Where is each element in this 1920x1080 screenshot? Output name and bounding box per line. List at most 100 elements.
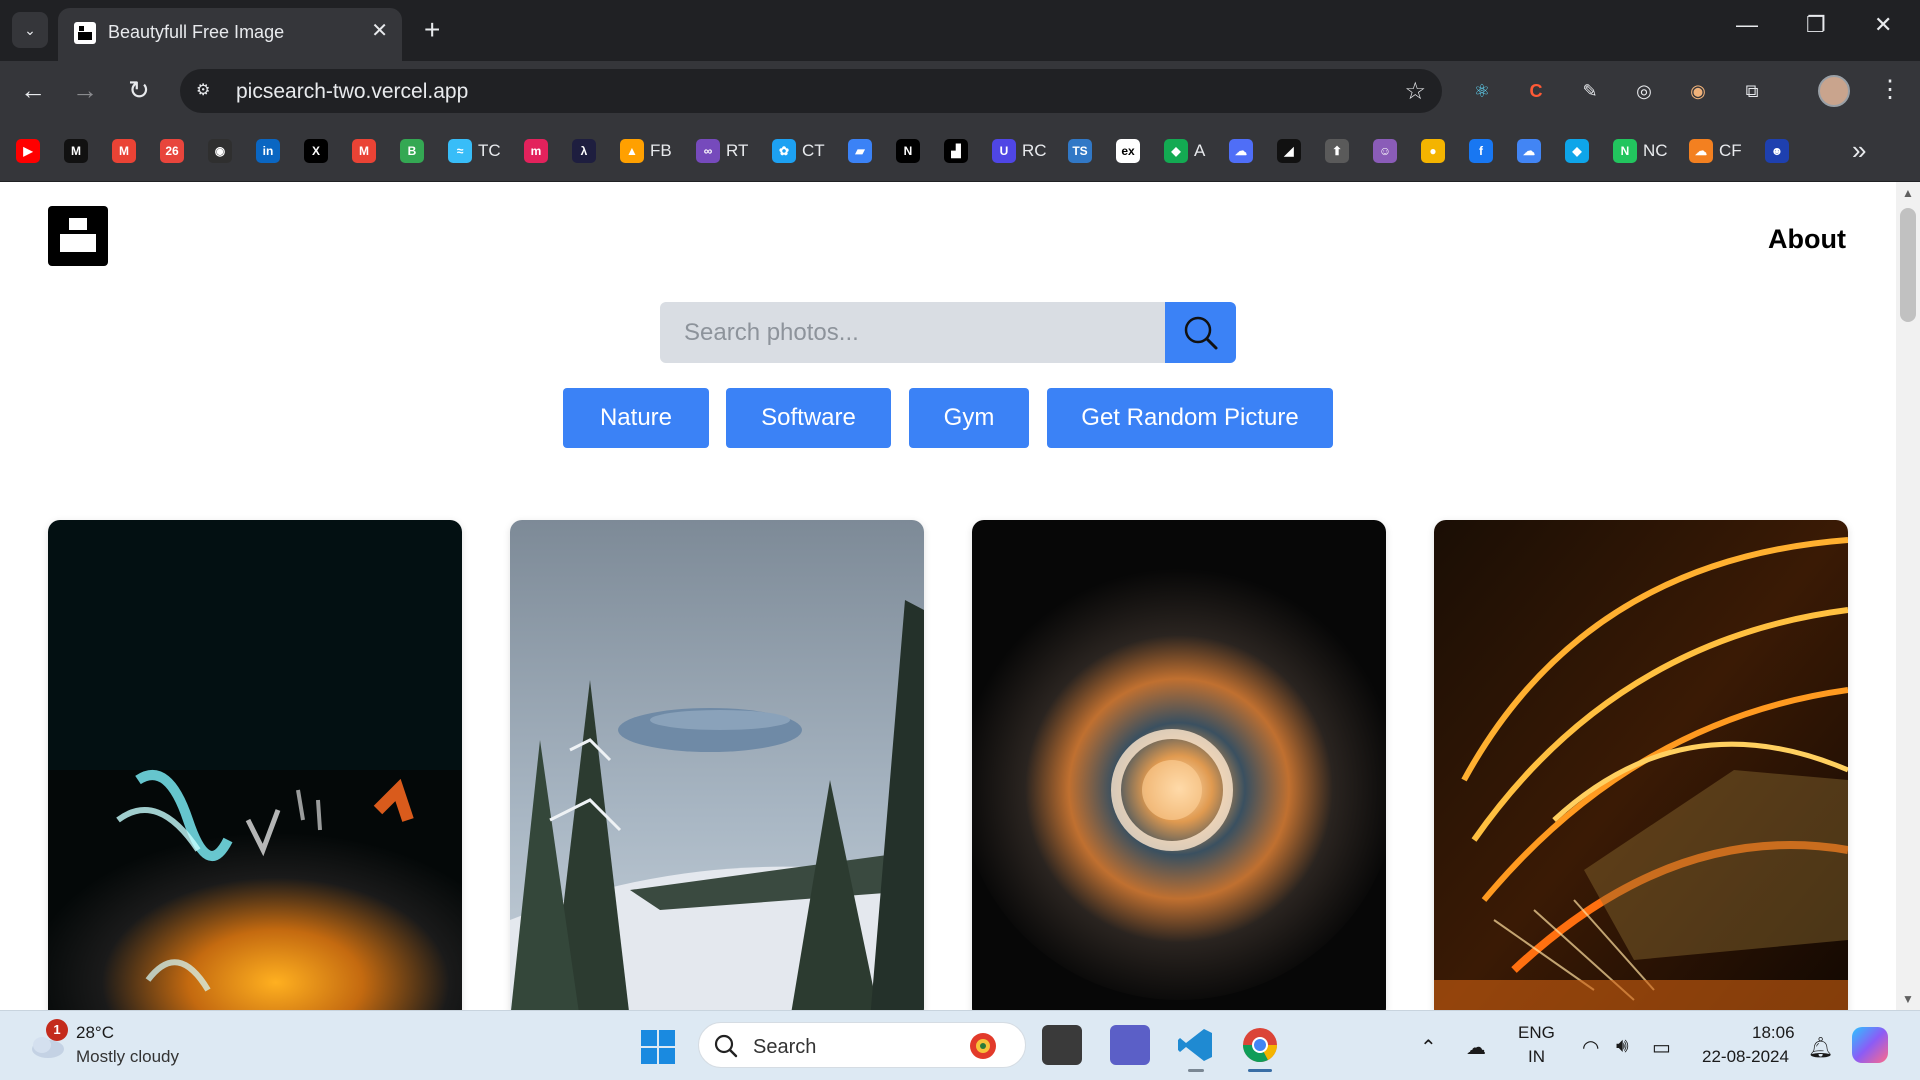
photo-light-trails[interactable] [48,520,462,1010]
photo-illuminated-structure[interactable] [1434,520,1848,1010]
bookmark-label: CT [802,141,825,160]
tab-close-icon[interactable]: ✕ [371,18,388,43]
bookmark-item[interactable]: 26 [160,138,184,164]
chrome-icon[interactable] [1240,1025,1280,1072]
u-icon: U [992,139,1016,163]
address-bar[interactable]: ⚙ picsearch-two.vercel.app ☆ [180,69,1442,113]
bookmark-item[interactable]: ◢ [1277,138,1301,164]
notification-bell-icon[interactable]: 🔔︎ [1808,1035,1833,1060]
bookmark-label: RC [1022,141,1047,160]
site-logo[interactable] [48,206,108,266]
bookmark-item[interactable]: TS [1068,138,1092,164]
bookmark-item[interactable]: ▶ [16,138,40,164]
bookmark-item[interactable]: N [896,138,920,164]
bookmark-label: RT [726,141,749,160]
bookmark-item[interactable]: ⬆ [1325,138,1349,164]
back-arrow-icon[interactable]: ← [20,75,46,105]
bookmark-item[interactable]: λ [572,138,596,164]
tab-search-button[interactable]: ⌄ [12,12,48,48]
scroll-up-icon[interactable]: ▲ [1902,186,1914,200]
restore-button[interactable]: ❐ [1806,12,1826,38]
extensions-puzzle-icon[interactable]: ⧉ [1738,77,1766,105]
glasses-extension-icon[interactable]: ◉ [1684,77,1712,105]
bookmark-item[interactable]: ☁ [1229,138,1253,164]
bookmark-item[interactable]: ✿ CT [772,138,825,164]
bookmark-star-icon[interactable]: ☆ [1404,77,1426,106]
target-extension-icon[interactable]: ◎ [1630,77,1658,105]
bookmark-item[interactable]: ☺ [1373,138,1397,164]
battery-icon[interactable]: ▭ [1652,1035,1671,1060]
windows-taskbar: 1 28°C Mostly cloudy Search ⌃ ☁ ENG IN ◠… [0,1010,1920,1080]
language-line-1[interactable]: ENG [1518,1023,1555,1043]
site-settings-icon[interactable]: ⚙ [196,80,218,102]
scroll-down-icon[interactable]: ▼ [1902,992,1914,1006]
browser-tab[interactable]: Beautyfull Free Image ✕ [58,8,402,61]
taskbar-search[interactable]: Search [698,1022,1026,1068]
show-hidden-icons-chevron-icon[interactable]: ⌃ [1420,1035,1437,1060]
bookmark-item[interactable]: U RC [992,138,1047,164]
bookmark-item[interactable]: M [64,138,88,164]
profile-avatar[interactable] [1818,75,1850,107]
vscode-icon[interactable] [1176,1025,1216,1072]
bookmark-item[interactable]: B [400,138,424,164]
browser-menu-icon[interactable]: ⋮ [1878,75,1902,104]
bookmark-item[interactable]: m [524,138,548,164]
youtube-icon: ▶ [16,139,40,163]
clock-time[interactable]: 18:06 [1752,1023,1795,1043]
photo-snowy-forest[interactable] [510,520,924,1010]
bookmark-item[interactable]: X [304,138,328,164]
page-scrollbar[interactable]: ▲ ▼ [1896,182,1920,1010]
bookmark-item[interactable]: ◆ [1565,138,1589,164]
bookmark-item[interactable]: ◆ A [1164,138,1205,164]
bookmark-item[interactable]: ▟ [944,138,968,164]
bookmark-item[interactable]: ≈ TC [448,138,501,164]
clock-date[interactable]: 22-08-2024 [1702,1047,1789,1067]
bookmark-item[interactable]: ◉ [208,138,232,164]
scroll-thumb[interactable] [1900,208,1916,322]
language-line-2[interactable]: IN [1528,1047,1545,1067]
gmail-icon: M [352,139,376,163]
bookmark-item[interactable]: ☁ CF [1689,138,1742,164]
new-tab-button[interactable]: + [424,12,440,48]
bookmark-item[interactable]: ● [1421,138,1445,164]
bookmark-item[interactable]: f [1469,138,1493,164]
flag-icon: ▰ [848,139,872,163]
reload-icon[interactable]: ↻ [128,75,150,105]
bookmark-item[interactable]: N NC [1613,138,1668,164]
bookmark-item[interactable]: ex [1116,138,1140,164]
bookmark-item[interactable]: ▲ FB [620,138,672,164]
onedrive-icon[interactable]: ☁ [1466,1035,1486,1060]
teams-icon[interactable] [1110,1025,1150,1065]
bookmark-item[interactable]: ▰ [848,138,872,164]
bookmarks-overflow-icon[interactable]: » [1852,135,1866,166]
chip-software[interactable]: Software [726,388,891,448]
windows-start-icon[interactable] [640,1029,676,1065]
color-picker-icon[interactable]: ✎ [1576,77,1604,105]
bookmark-item[interactable]: in [256,138,280,164]
bookmark-item[interactable]: ☻ [1765,138,1789,164]
url-text[interactable]: picsearch-two.vercel.app [236,80,468,104]
bookmark-item[interactable]: ☁ [1517,138,1541,164]
c-extension-icon[interactable]: C [1522,77,1550,105]
react-devtools-icon[interactable]: ⚛ [1468,77,1496,105]
chip-random-picture[interactable]: Get Random Picture [1047,388,1333,448]
search-input[interactable] [660,302,1165,363]
about-link[interactable]: About [1768,224,1846,255]
forward-arrow-icon[interactable]: → [72,75,98,105]
bookmark-item[interactable]: ∞ RT [696,138,748,164]
chip-gym[interactable]: Gym [909,388,1029,448]
photo-nebula[interactable] [972,520,1386,1010]
bookmark-item[interactable]: M [112,138,136,164]
close-window-button[interactable]: ✕ [1874,12,1892,38]
minimize-button[interactable]: — [1736,12,1758,38]
chip-nature[interactable]: Nature [563,388,709,448]
typescript-icon: TS [1068,139,1092,163]
bookmark-item[interactable]: M [352,138,376,164]
volume-icon[interactable]: 🔊︎ [1616,1035,1629,1058]
copilot-icon[interactable] [1852,1027,1888,1063]
search-button[interactable] [1165,302,1236,363]
task-view-icon[interactable] [1042,1025,1082,1065]
mongodb-icon: ◆ [1164,139,1188,163]
wifi-icon[interactable]: ◠ [1582,1035,1599,1060]
dot-icon: ● [1421,139,1445,163]
